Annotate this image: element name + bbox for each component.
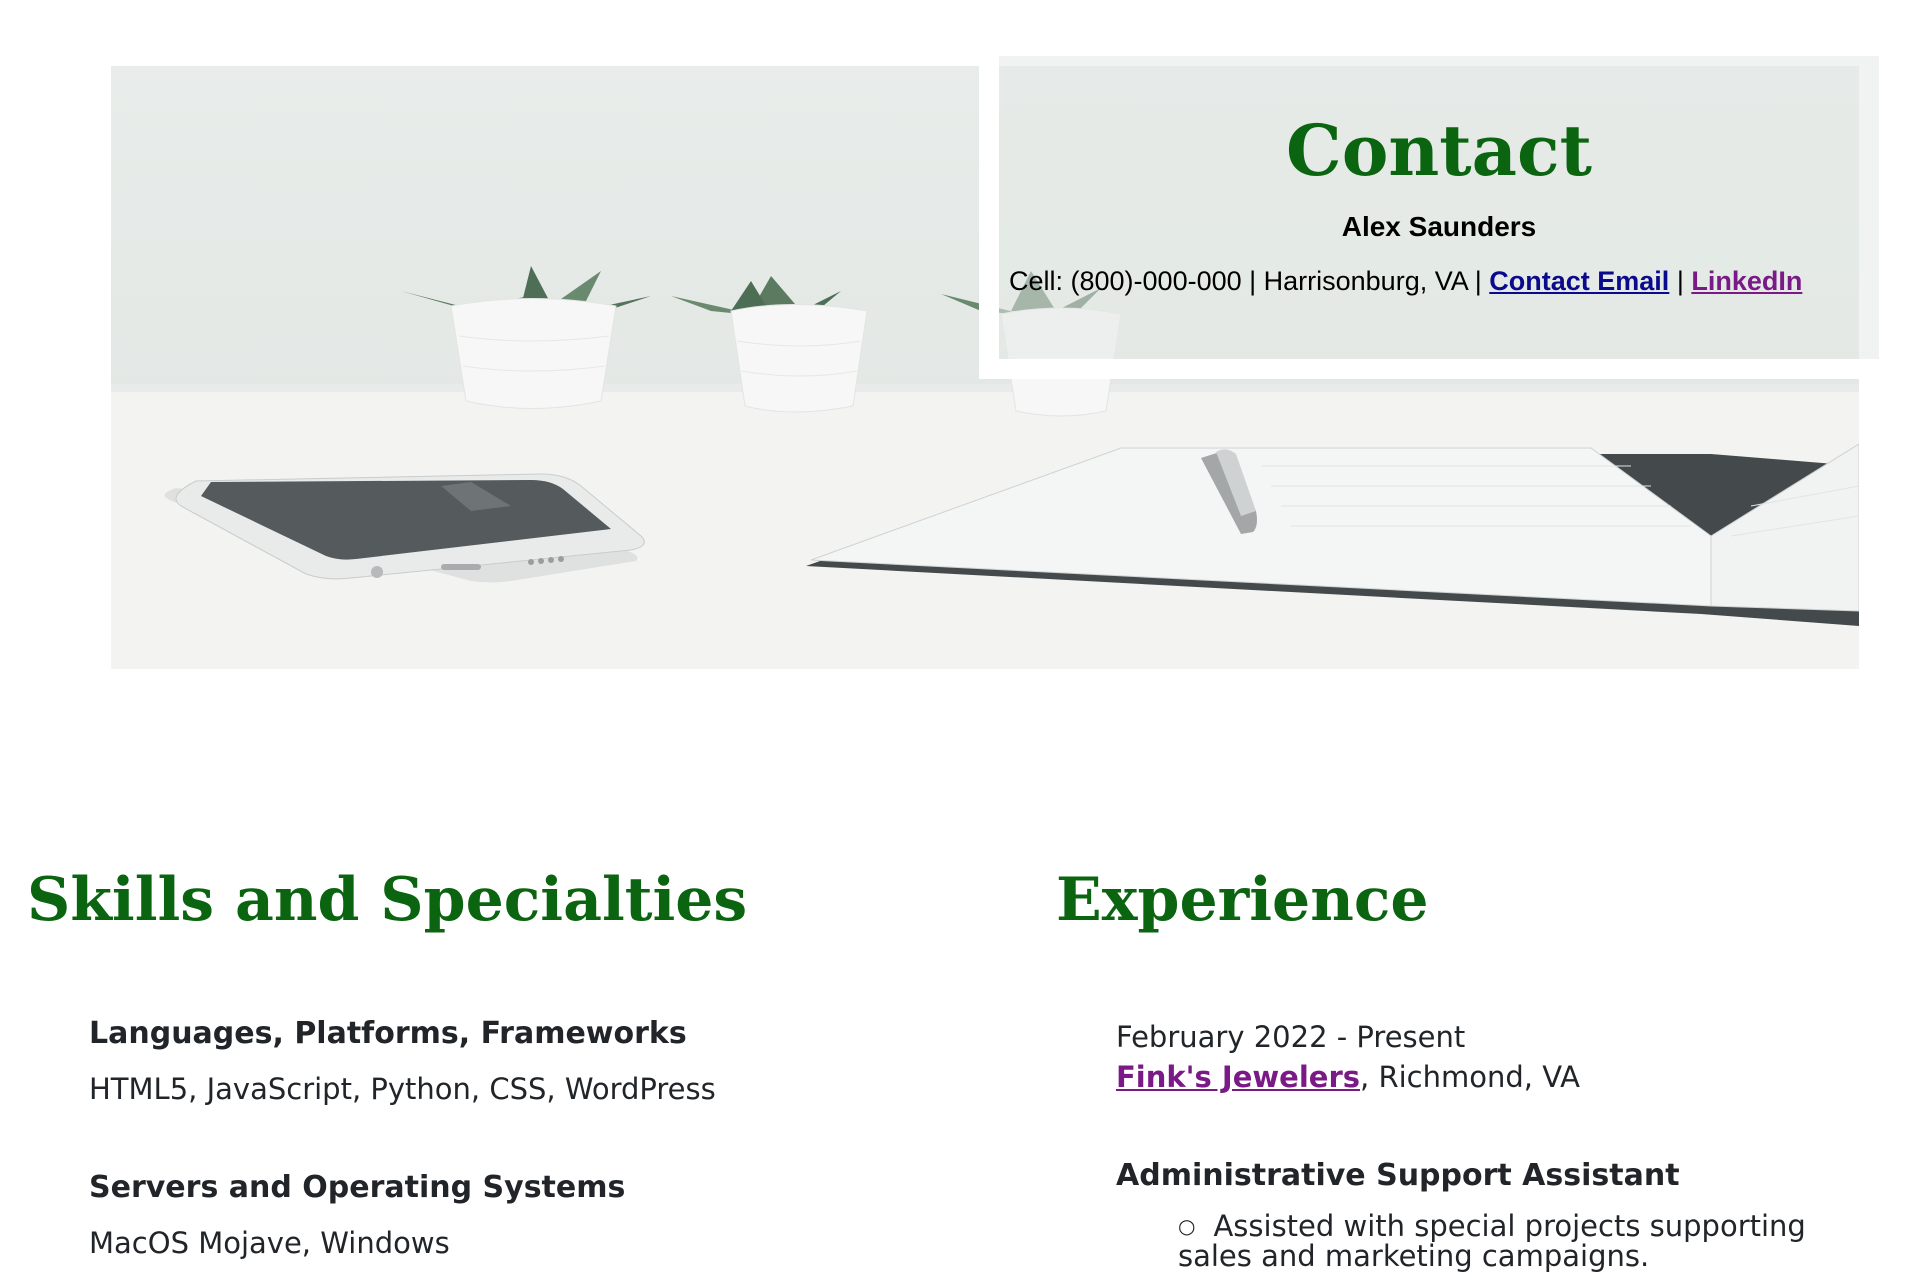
hollow-bullet-icon: ○ [1178,1214,1196,1238]
contact-email-link[interactable]: Contact Email [1489,266,1669,296]
job-dates: February 2022 - Present [1116,1020,1466,1054]
resume-page: Contact Alex Saunders Cell: (800)-000-00… [0,0,1926,1282]
skills-group-heading: Languages, Platforms, Frameworks [89,1016,687,1051]
contact-details-line: Cell: (800)-000-000 | Harrisonburg, VA |… [1009,266,1909,297]
skills-group-heading: Servers and Operating Systems [89,1170,626,1205]
contact-separator: | [1669,266,1692,296]
contact-heading: Contact [1286,109,1592,192]
job-location: , Richmond, VA [1360,1060,1581,1094]
experience-heading: Experience [1056,865,1429,935]
job-role: Administrative Support Assistant [1116,1158,1680,1193]
job-bullet-text: Assisted with special projects supportin… [1178,1209,1806,1273]
skills-heading: Skills and Specialties [27,865,748,935]
contact-details: Cell: (800)-000-000 | Harrisonburg, VA | [1009,266,1490,296]
contact-name: Alex Saunders [1341,211,1537,242]
skills-group-items: HTML5, JavaScript, Python, CSS, WordPres… [89,1072,716,1106]
job-bullet-item: ○ Assisted with special projects supporti… [1178,1211,1818,1271]
company-link[interactable]: Fink's Jewelers [1116,1060,1360,1094]
job-company-line: Fink's Jewelers, Richmond, VA [1116,1060,1580,1094]
skills-group-items: MacOS Mojave, Windows [89,1226,450,1260]
linkedin-link[interactable]: LinkedIn [1691,266,1802,296]
